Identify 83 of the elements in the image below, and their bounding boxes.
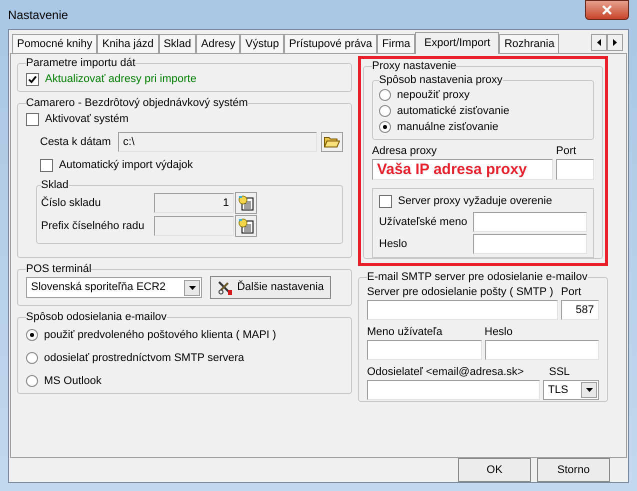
group-title: Parametre importu dát	[26, 56, 136, 70]
field-label: Číslo skladu	[41, 195, 102, 211]
checkbox-label: Aktivovať systém	[45, 112, 129, 127]
input-field[interactable]	[367, 380, 540, 400]
checkbox[interactable]	[379, 194, 392, 208]
tab[interactable]: Rozhrania	[499, 34, 560, 53]
dialog-button[interactable]: Storno	[537, 458, 610, 482]
checkbox-label: Aktualizovať adresy pri importe	[45, 72, 196, 87]
settings-button[interactable]: Ďalšie nastavenia	[210, 276, 331, 299]
group-title: Proxy nastavenie	[372, 59, 456, 73]
input-field[interactable]: 587	[561, 300, 599, 320]
radio-button[interactable]	[379, 89, 391, 101]
folder-button[interactable]	[321, 132, 343, 152]
checkbox[interactable]	[26, 72, 39, 86]
radio-button[interactable]	[26, 352, 38, 364]
window-title: Nastavenie	[8, 7, 68, 24]
input-field[interactable]	[367, 300, 558, 320]
group-title: E-mail SMTP server pre odosielanie e-mailov	[367, 270, 588, 284]
dropdown[interactable]: Slovenská sporiteľňa ECR2	[26, 277, 202, 298]
dropdown-button[interactable]	[581, 382, 597, 398]
input-field[interactable]	[556, 159, 594, 180]
scroll-left-button[interactable]	[591, 34, 607, 51]
caret-icon	[188, 286, 196, 290]
tab[interactable]: Výstup	[240, 34, 284, 53]
radio-label: MS Outlook	[44, 374, 102, 389]
radio-label: manuálne zisťovanie	[397, 120, 498, 135]
close-button[interactable]	[585, 0, 629, 20]
tab[interactable]: Adresy	[196, 34, 240, 53]
tab[interactable]: Export/Import	[415, 32, 500, 54]
checkbox-label: Automatický import výdajok	[59, 158, 193, 173]
field-label: Meno užívateľa	[367, 325, 444, 340]
group-title: Spôsob nastavenia proxy	[379, 73, 503, 87]
lookup-button[interactable]	[235, 215, 257, 237]
group-title: Sklad	[41, 178, 69, 192]
tab[interactable]: Firma	[377, 34, 416, 53]
checkbox[interactable]	[26, 112, 39, 126]
tab[interactable]: Prístupové práva	[284, 34, 378, 53]
radio-label: použiť predvoleného poštového klienta ( MAPI )	[44, 328, 276, 343]
radio-button[interactable]	[379, 121, 391, 133]
group-title: Camarero - Bezdrôtový objednávkový systém	[26, 96, 248, 110]
radio-label: nepoužiť proxy	[397, 88, 470, 103]
field-label: Heslo	[484, 325, 514, 340]
document-icon	[238, 195, 254, 211]
document-icon	[238, 218, 254, 234]
tools-icon	[217, 280, 234, 296]
input-field[interactable]	[484, 340, 599, 360]
tab[interactable]: Sklad	[158, 34, 196, 53]
field-label: Adresa proxy	[372, 144, 438, 159]
lookup-button[interactable]	[235, 192, 257, 214]
group-title: POS terminál	[26, 262, 92, 276]
check-icon	[28, 74, 37, 84]
folder-icon	[324, 136, 340, 148]
field-label: SSL	[548, 365, 571, 380]
dropdown-button[interactable]	[184, 280, 200, 296]
dropdown[interactable]: TLS	[543, 380, 599, 400]
checkbox[interactable]	[40, 158, 53, 172]
tab[interactable]: Pomocné knihy	[12, 34, 98, 53]
field-label: Prefix číselného radu	[41, 218, 146, 234]
radio-button[interactable]	[26, 375, 38, 387]
radio-label: odosielať prostredníctvom SMTP servera	[44, 350, 244, 366]
field-label: Port	[561, 285, 582, 300]
field-label: Heslo	[379, 236, 408, 252]
field-label: Cesta k dátam	[40, 134, 112, 150]
radio-button[interactable]	[26, 329, 38, 341]
field-label: Odosielateľ <email@adresa.sk>	[367, 365, 525, 380]
right-arrow-icon	[613, 39, 617, 46]
left-arrow-icon	[597, 39, 601, 46]
input-field[interactable]	[473, 212, 587, 232]
input-field[interactable]	[473, 234, 587, 254]
field-label: Port	[556, 144, 578, 159]
input-field[interactable]	[367, 340, 482, 360]
scroll-right-button[interactable]	[607, 34, 623, 51]
radio-label: automatické zisťovanie	[397, 104, 510, 119]
group-title: Spôsob odosielania e-mailov	[26, 310, 167, 324]
radio-button[interactable]	[379, 105, 391, 117]
field-label: Užívateľské meno	[379, 214, 468, 230]
checkbox-label: Server proxy vyžaduje overenie	[398, 194, 552, 209]
caret-icon	[586, 388, 592, 392]
dialog-button[interactable]: OK	[458, 458, 531, 482]
field-label: Server pre odosielanie pošty ( SMTP )	[367, 285, 554, 300]
input-field[interactable]: Vaša IP adresa proxy	[372, 159, 553, 180]
close-icon	[602, 5, 612, 15]
tab[interactable]: Kniha jázd	[97, 34, 159, 53]
